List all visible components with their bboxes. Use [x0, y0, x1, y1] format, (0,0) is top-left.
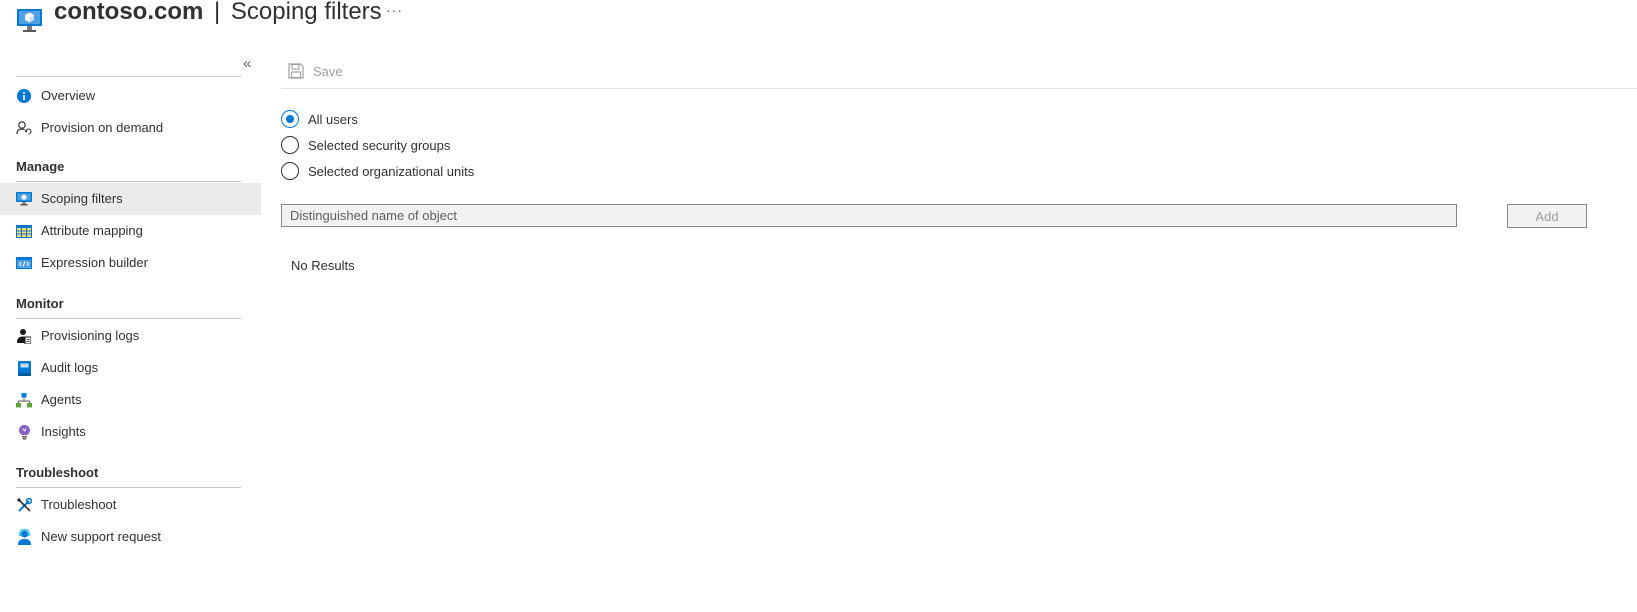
sidebar: « Overview Provision on demand Manage Sc… [0, 55, 261, 612]
app-page: contoso.com | Scoping filters ··· « Over… [0, 0, 1637, 612]
sidebar-item-agents[interactable]: Agents [0, 384, 261, 416]
sidebar-item-troubleshoot[interactable]: Troubleshoot [0, 489, 261, 521]
radio-button[interactable] [281, 136, 299, 154]
section-divider [16, 318, 241, 319]
code-window-icon [16, 255, 32, 271]
sidebar-item-label: Scoping filters [41, 191, 123, 206]
distinguished-name-input[interactable] [281, 204, 1457, 227]
sidebar-item-overview[interactable]: Overview [0, 80, 261, 112]
sidebar-item-provision-on-demand[interactable]: Provision on demand [0, 112, 261, 144]
collapse-sidebar-button[interactable]: « [243, 55, 251, 72]
save-icon [288, 63, 304, 79]
more-actions-button[interactable]: ··· [386, 2, 403, 18]
sidebar-item-attribute-mapping[interactable]: Attribute mapping [0, 215, 261, 247]
section-divider [16, 487, 241, 488]
radio-label: Selected security groups [308, 137, 451, 153]
section-header-troubleshoot: Troubleshoot [16, 465, 99, 480]
sidebar-item-label: Attribute mapping [41, 223, 143, 238]
lightbulb-icon [16, 424, 32, 440]
page-title-separator: | [214, 0, 221, 25]
radio-button[interactable] [281, 162, 299, 180]
monitor-icon [16, 191, 32, 207]
person-log-icon [16, 328, 32, 344]
page-header: contoso.com | Scoping filters ··· [0, 0, 1637, 36]
radio-label: Selected organizational units [308, 163, 475, 179]
sidebar-item-new-support-request[interactable]: New support request [0, 521, 261, 553]
section-header-manage: Manage [16, 159, 65, 174]
sidebar-item-label: Overview [41, 88, 96, 103]
save-button-label: Save [313, 63, 343, 79]
sidebar-item-label: Provision on demand [41, 120, 164, 135]
person-sync-icon [16, 120, 32, 136]
radio-button[interactable] [281, 110, 299, 128]
main-content: Save All users Selected security groups … [281, 55, 1637, 612]
network-icon [16, 392, 32, 408]
book-icon [16, 360, 32, 376]
wrench-icon [16, 497, 32, 513]
sidebar-item-label: Agents [41, 392, 82, 407]
no-results-text: No Results [291, 258, 355, 273]
support-person-icon [16, 529, 32, 545]
sidebar-item-label: Troubleshoot [41, 497, 117, 512]
sidebar-item-scoping-filters[interactable]: Scoping filters [0, 183, 261, 215]
command-bar: Save [281, 55, 1637, 89]
sidebar-item-label: Expression builder [41, 255, 148, 270]
add-button[interactable]: Add [1507, 204, 1587, 228]
page-title-blade: Scoping filters [230, 0, 382, 25]
sidebar-item-insights[interactable]: Insights [0, 416, 261, 448]
radio-label: All users [308, 111, 358, 127]
sidebar-item-label: Provisioning logs [41, 328, 140, 343]
table-icon [16, 223, 32, 239]
info-icon [16, 88, 32, 104]
page-title: contoso.com | Scoping filters [54, 0, 382, 26]
page-title-resource: contoso.com [54, 0, 204, 25]
sidebar-item-label: Audit logs [41, 360, 99, 375]
sidebar-item-provisioning-logs[interactable]: Provisioning logs [0, 320, 261, 352]
radio-all-users[interactable]: All users [281, 109, 358, 129]
section-divider [16, 181, 241, 182]
virtual-machine-icon [16, 6, 43, 33]
save-button[interactable]: Save [288, 61, 343, 81]
radio-dot [286, 115, 294, 123]
sidebar-item-audit-logs[interactable]: Audit logs [0, 352, 261, 384]
sidebar-item-expression-builder[interactable]: Expression builder [0, 247, 261, 279]
section-header-monitor: Monitor [16, 296, 64, 311]
sidebar-divider [16, 76, 241, 77]
sidebar-item-label: Insights [41, 424, 86, 439]
radio-selected-security-groups[interactable]: Selected security groups [281, 135, 450, 155]
sidebar-item-label: New support request [41, 529, 161, 544]
radio-selected-organizational-units[interactable]: Selected organizational units [281, 161, 474, 181]
